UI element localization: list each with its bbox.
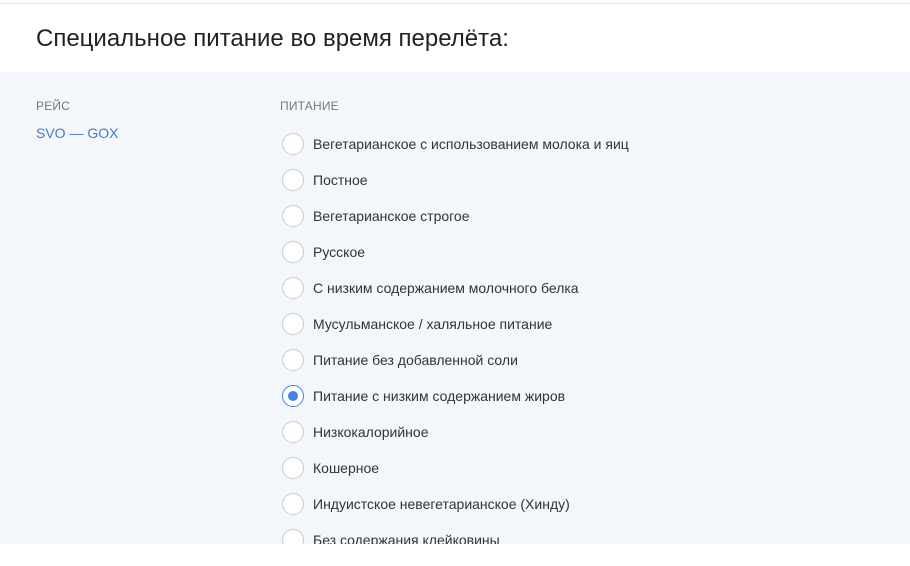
- meal-option-label: Индуистское невегетарианское (Хинду): [313, 496, 570, 512]
- radio-unchecked-icon[interactable]: [282, 313, 304, 335]
- meal-selection-panel: РЕЙС SVO — GOX ПИТАНИЕ Вегетарианское с …: [0, 72, 910, 544]
- radio-unchecked-icon[interactable]: [282, 493, 304, 515]
- radio-unchecked-icon[interactable]: [282, 169, 304, 191]
- flight-column-label: РЕЙС: [36, 99, 71, 113]
- meal-option-label: С низким содержанием молочного белка: [313, 280, 579, 296]
- radio-unchecked-icon[interactable]: [282, 529, 304, 544]
- meal-option-label: Русское: [313, 244, 366, 260]
- meal-option[interactable]: Кошерное: [280, 450, 880, 486]
- meal-option[interactable]: Русское: [280, 234, 880, 270]
- meal-option-label: Питание с низким содержанием жиров: [313, 388, 566, 404]
- meal-option-label: Постное: [313, 172, 368, 188]
- bottom-area: [0, 544, 910, 566]
- meal-option[interactable]: Вегетарианское строгое: [280, 198, 880, 234]
- radio-unchecked-icon[interactable]: [282, 277, 304, 299]
- radio-unchecked-icon[interactable]: [282, 205, 304, 227]
- page-title: Специальное питание во время перелёта:: [36, 25, 509, 52]
- meal-option[interactable]: Без содержания клейковины: [280, 522, 880, 544]
- meal-option[interactable]: Мусульманское / халяльное питание: [280, 306, 880, 342]
- meal-option[interactable]: Вегетарианское с использованием молока и…: [280, 126, 880, 162]
- meal-option-label: Кошерное: [313, 460, 380, 476]
- radio-unchecked-icon[interactable]: [282, 349, 304, 371]
- meal-option-label: Вегетарианское строгое: [313, 208, 470, 224]
- meal-option-label: Мусульманское / халяльное питание: [313, 316, 553, 332]
- meal-option-label: Вегетарианское с использованием молока и…: [313, 136, 629, 152]
- meal-option-label: Питание без добавленной соли: [313, 352, 518, 368]
- radio-unchecked-icon[interactable]: [282, 241, 304, 263]
- radio-checked-icon[interactable]: [282, 385, 304, 407]
- meal-options-list: Вегетарианское с использованием молока и…: [280, 126, 880, 544]
- radio-unchecked-icon[interactable]: [282, 421, 304, 443]
- meal-column-label: ПИТАНИЕ: [280, 99, 339, 113]
- meal-option-label: Низкокалорийное: [313, 424, 429, 440]
- meal-option-label: Без содержания клейковины: [313, 532, 500, 544]
- meal-option[interactable]: С низким содержанием молочного белка: [280, 270, 880, 306]
- page-header: Специальное питание во время перелёта:: [0, 4, 910, 72]
- meal-option[interactable]: Питание с низким содержанием жиров: [280, 378, 880, 414]
- radio-unchecked-icon[interactable]: [282, 457, 304, 479]
- meal-option[interactable]: Индуистское невегетарианское (Хинду): [280, 486, 880, 522]
- meal-option[interactable]: Питание без добавленной соли: [280, 342, 880, 378]
- meal-option[interactable]: Низкокалорийное: [280, 414, 880, 450]
- meal-option[interactable]: Постное: [280, 162, 880, 198]
- flight-route-link[interactable]: SVO — GOX: [36, 125, 118, 141]
- radio-unchecked-icon[interactable]: [282, 133, 304, 155]
